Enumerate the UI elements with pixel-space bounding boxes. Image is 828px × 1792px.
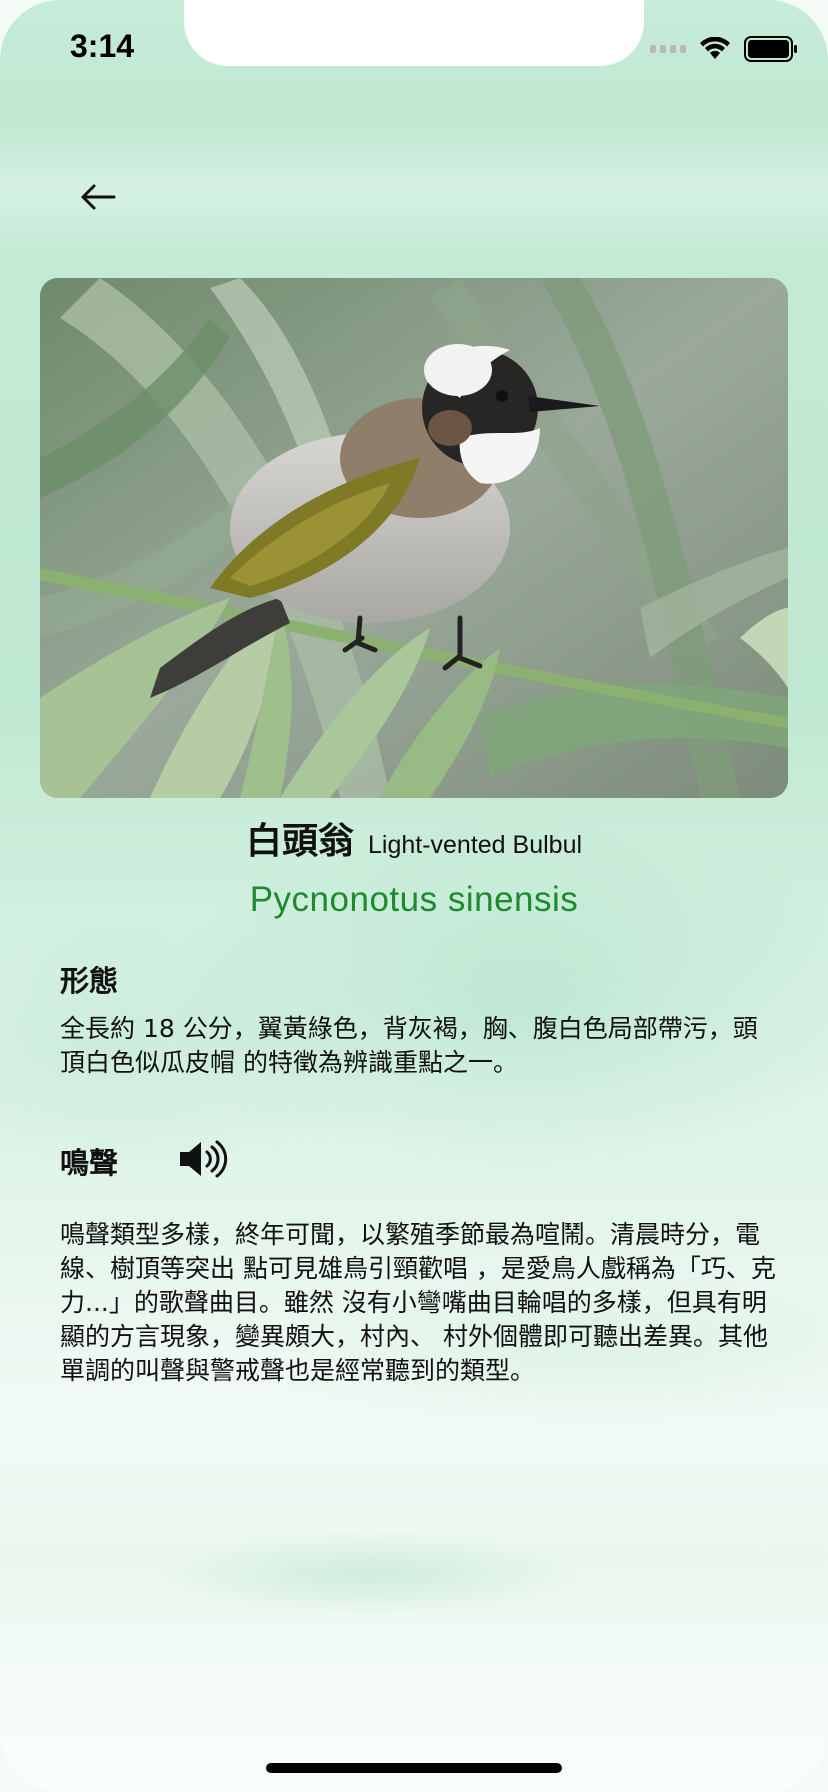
call-heading: 鳴聲 <box>60 1146 119 1180</box>
notch <box>184 0 644 66</box>
scientific-name: Pycnonotus sinensis <box>249 880 579 919</box>
cellular-signal-icon <box>650 45 686 53</box>
speaker-icon <box>180 1140 228 1178</box>
bird-title: 白頭翁 Light-vented Bulbul <box>0 812 828 864</box>
bird-name-zh: 白頭翁 <box>245 821 354 862</box>
battery-icon <box>744 36 797 62</box>
status-icons <box>650 34 798 64</box>
play-sound-button[interactable] <box>176 1138 228 1180</box>
morphology-text: 全長約 18 公分，翼黃綠色，背灰褐，胸、腹白色局部帶污，頭頂白色似瓜皮帽 的特… <box>60 1014 758 1077</box>
bird-name-en: Light-vented Bulbul <box>367 831 583 859</box>
call-text: 鳴聲類型多樣，終年可聞，以繁殖季節最為喧鬧。清晨時分，電線、樹頂等突出 點可見雄… <box>60 1220 776 1385</box>
bird-photo <box>40 278 788 798</box>
morphology-heading: 形態 <box>60 964 119 998</box>
home-indicator[interactable] <box>266 1763 562 1773</box>
wifi-icon <box>700 37 730 59</box>
back-button[interactable] <box>70 176 126 218</box>
status-time: 3:14 <box>70 28 135 64</box>
screen: 3:14 白頭翁 Light-vented Bulbul Pycnonotus … <box>0 0 828 1792</box>
arrow-left-icon <box>81 184 116 210</box>
